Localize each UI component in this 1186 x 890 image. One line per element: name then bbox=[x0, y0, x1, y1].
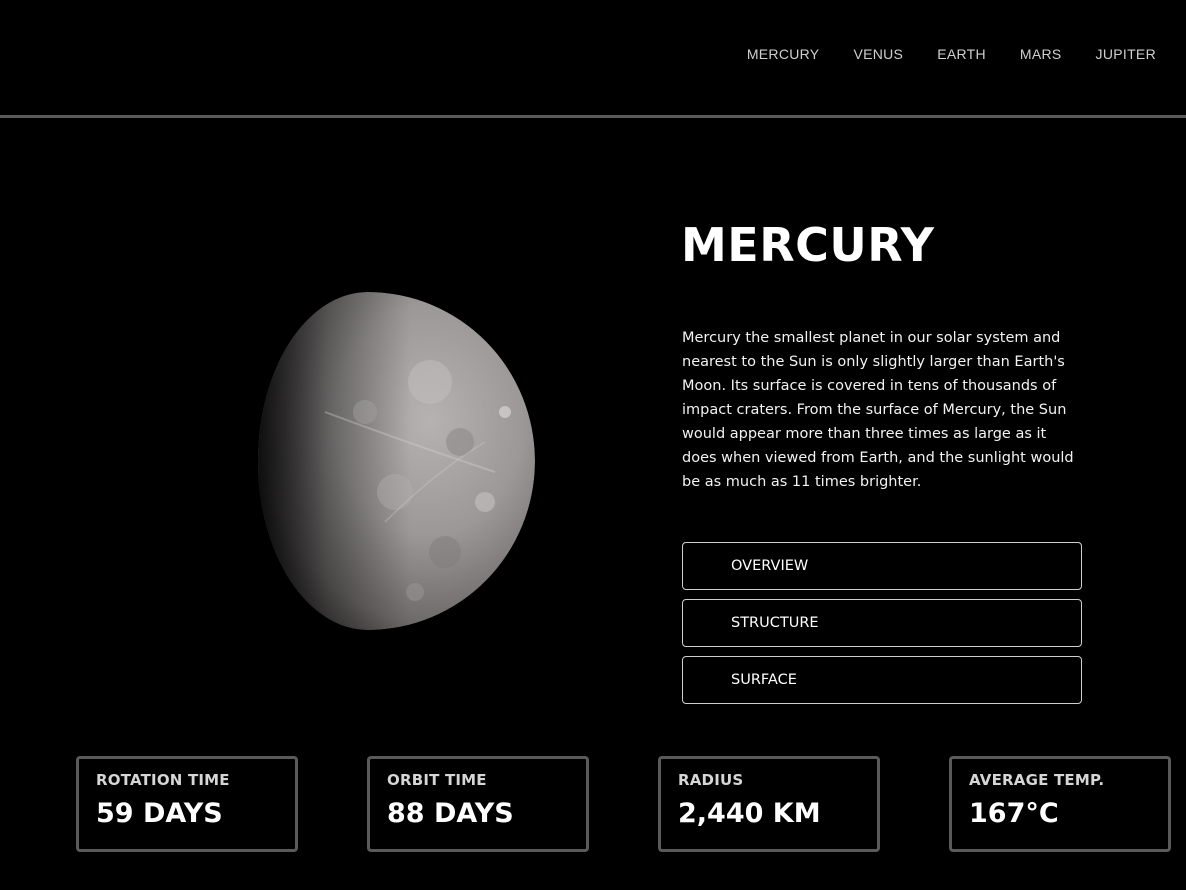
stat-value: 167°C bbox=[969, 798, 1059, 829]
planet-page: MERCURY VENUS EARTH MARS JUPITER MERCURY… bbox=[0, 0, 1186, 890]
tab-surface[interactable]: SURFACE bbox=[682, 656, 1082, 704]
stat-card-radius: RADIUS 2,440 KM bbox=[658, 756, 880, 852]
stat-label: RADIUS bbox=[678, 771, 744, 789]
stat-card-orbit-time: ORBIT TIME 88 DAYS bbox=[367, 756, 589, 852]
nav-item-venus[interactable]: VENUS bbox=[853, 46, 903, 62]
stat-label: AVERAGE TEMP. bbox=[969, 771, 1105, 789]
nav-item-mars[interactable]: MARS bbox=[1020, 46, 1062, 62]
stat-label: ROTATION TIME bbox=[96, 771, 230, 789]
planet-title: MERCURY bbox=[681, 218, 935, 272]
stat-value: 88 DAYS bbox=[387, 798, 514, 829]
stat-value: 59 DAYS bbox=[96, 798, 223, 829]
nav-item-mercury[interactable]: MERCURY bbox=[747, 46, 820, 62]
nav-item-earth[interactable]: EARTH bbox=[937, 46, 986, 62]
stat-card-average-temp: AVERAGE TEMP. 167°C bbox=[949, 756, 1171, 852]
stat-card-rotation-time: ROTATION TIME 59 DAYS bbox=[76, 756, 298, 852]
planet-tabs: OVERVIEW STRUCTURE SURFACE bbox=[682, 542, 1082, 713]
tab-overview[interactable]: OVERVIEW bbox=[682, 542, 1082, 590]
stat-label: ORBIT TIME bbox=[387, 771, 487, 789]
site-header: MERCURY VENUS EARTH MARS JUPITER bbox=[0, 0, 1186, 118]
tab-structure[interactable]: STRUCTURE bbox=[682, 599, 1082, 647]
stat-value: 2,440 KM bbox=[678, 798, 821, 829]
nav-item-jupiter[interactable]: JUPITER bbox=[1096, 46, 1156, 62]
planet-image bbox=[255, 292, 535, 630]
planet-nav: MERCURY VENUS EARTH MARS JUPITER bbox=[713, 46, 1156, 62]
planet-description: Mercury the smallest planet in our solar… bbox=[682, 330, 1074, 490]
